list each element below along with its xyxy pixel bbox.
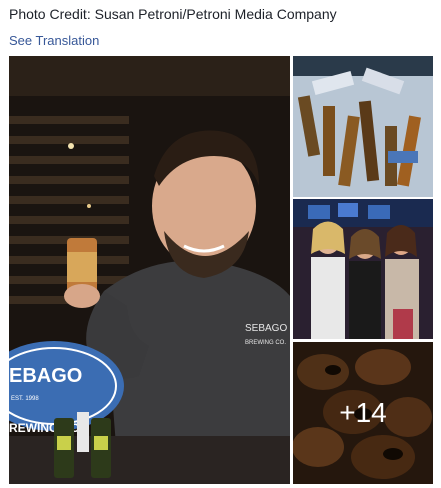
photo-grid: SEBAGO BREWING CO. EBAGO REWING CO EST. …	[9, 56, 433, 484]
shirt-logo-text: SEBAGO	[245, 323, 287, 334]
photo-thumbnail-beers[interactable]	[293, 56, 433, 197]
photo-credit-text: Photo Credit: Susan Petroni/Petroni Medi…	[9, 6, 337, 22]
main-photo[interactable]: SEBAGO BREWING CO. EBAGO REWING CO EST. …	[9, 56, 290, 484]
main-photo-image: SEBAGO BREWING CO. EBAGO REWING CO EST. …	[9, 56, 290, 484]
shirt-logo-subtext: BREWING CO.	[245, 340, 286, 346]
sign-est-text: EST. 1998	[11, 396, 39, 402]
see-translation-link[interactable]: See Translation	[9, 33, 99, 48]
photo-post: Photo Credit: Susan Petroni/Petroni Medi…	[0, 0, 441, 488]
more-photos-overlay[interactable]: +14	[293, 342, 433, 484]
sign-top-text: EBAGO	[9, 365, 82, 387]
photo-thumbnail-group[interactable]	[293, 199, 433, 339]
photo-thumbnail-food[interactable]: +14	[293, 342, 433, 484]
